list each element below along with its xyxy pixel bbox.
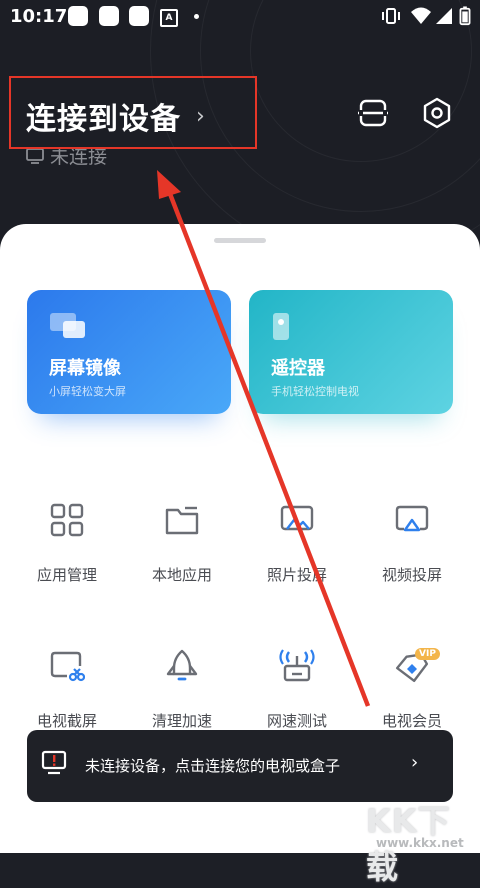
card-subtitle: 手机轻松控制电视 [271,385,359,398]
chevron-right-icon: › [411,752,419,773]
more-notifications-icon [194,14,199,19]
screen-mirror-card[interactable]: 屏幕镜像 小屏轻松变大屏 [27,290,231,414]
highlight-box [9,76,257,149]
photo-cast-icon [280,505,314,531]
scan-button[interactable] [356,96,390,130]
signal-icon [436,8,452,24]
grid-label: 照片投屏 [266,566,327,584]
connect-prompt-toast[interactable]: 未连接设备，点击连接您的电视或盒子 › [27,730,453,802]
rocket-icon [166,649,198,681]
grid-label: 网速测试 [266,712,327,730]
a-notification-icon: A [160,9,178,27]
grid-label: 视频投屏 [381,566,442,584]
grid-label: 应用管理 [36,566,97,584]
remote-icon [273,313,289,340]
site-watermark: KK下载 www.kkx.net [362,796,480,886]
watermark-url: www.kkx.net [376,836,464,850]
folder-icon [165,506,199,535]
notification-icon [68,6,88,26]
grid-label: 电视会员 [381,712,442,730]
toast-message: 未连接设备，点击连接您的电视或盒子 [85,757,341,775]
grid-label: 电视截屏 [36,712,97,730]
sheet-drag-handle[interactable] [214,238,266,243]
battery-icon [459,6,471,26]
vip-badge: VIP [415,648,440,660]
notification-icon [129,6,149,26]
grid-label: 清理加速 [151,712,212,730]
router-icon [279,649,315,682]
tv-alert-icon [41,750,67,775]
notification-icon [99,6,119,26]
screen-mirror-icon [50,313,85,338]
card-subtitle: 小屏轻松变大屏 [49,385,126,398]
settings-button[interactable] [420,96,454,130]
card-title: 屏幕镜像 [49,358,121,379]
tv-small-icon [26,147,44,164]
grid-label: 本地应用 [151,566,212,584]
status-time: 10:17 [10,6,68,27]
remote-control-card[interactable]: 遥控器 手机轻松控制电视 [249,290,453,414]
card-title: 遥控器 [271,358,325,379]
video-cast-icon [395,505,429,532]
tv-screenshot-icon [50,651,85,682]
wifi-icon [411,7,431,24]
status-bar: 10:17 A [0,0,480,34]
vibrate-icon [382,8,400,24]
apps-grid-icon [50,503,84,537]
